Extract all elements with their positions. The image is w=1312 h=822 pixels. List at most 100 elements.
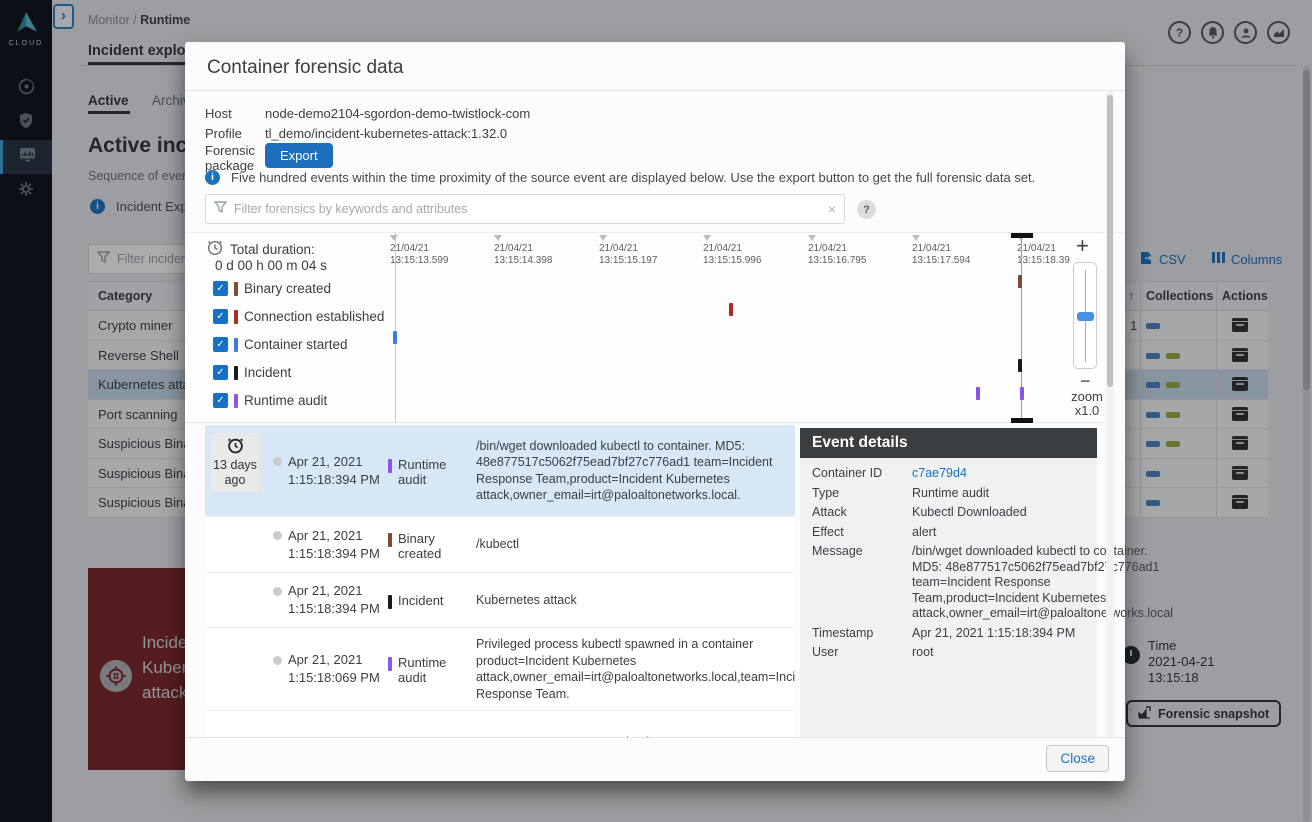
modal-footer: Close <box>185 737 1125 781</box>
event-date: Apr 21, 2021 <box>288 651 362 669</box>
total-duration-value: 0 d 00 h 00 m 04 s <box>215 258 327 273</box>
timeline-marker-runtime-audit[interactable] <box>976 387 980 400</box>
detail-value: Runtime audit <box>912 486 1087 502</box>
checkbox-binary-created[interactable]: ✓ <box>213 281 228 296</box>
container-forensic-modal: Container forensic data Host node-demo21… <box>185 42 1125 781</box>
forensics-filter-input[interactable] <box>234 202 821 216</box>
event-type: Binary created <box>388 529 476 561</box>
legend-label: Connection established <box>244 309 384 324</box>
host-value: node-demo2104-sgordon-demo-twistlock-com <box>265 106 530 121</box>
binary-created-swatch <box>234 282 238 296</box>
legend-label: Runtime audit <box>244 393 327 408</box>
event-message: Kubernetes attack <box>476 592 787 609</box>
zoom-slider[interactable] <box>1073 262 1097 369</box>
tick-date: 21/04/21 <box>808 243 866 255</box>
duration-clock-icon <box>207 240 223 259</box>
detail-value: alert <box>912 525 1087 541</box>
checkbox-runtime-audit[interactable]: ✓ <box>213 393 228 408</box>
zoom-level-label: zoom x1.0 <box>1067 390 1107 418</box>
modal-info-row: i Five hundred events within the time pr… <box>205 170 1085 185</box>
tick-marker-icon <box>390 235 398 241</box>
event-timestamp: Apr 21, 2021 1:15:18:394 PM <box>273 433 388 508</box>
legend-label: Incident <box>244 365 291 380</box>
connection-established-swatch <box>234 310 238 324</box>
tick-date: 21/04/21 <box>599 243 657 255</box>
event-timestamp: Apr 21, 2021 1:15:16:157 PM <box>273 719 388 737</box>
event-time: 1:15:18:069 PM <box>273 669 388 687</box>
forensic-package-label: Forensic package <box>205 143 263 173</box>
zoom-in-button[interactable]: + <box>1076 233 1089 259</box>
event-dot-icon <box>273 587 282 596</box>
zoom-slider-handle[interactable] <box>1077 312 1094 321</box>
event-date: Apr 21, 2021 <box>288 582 362 600</box>
binary-created-swatch <box>388 533 392 547</box>
event-dot-icon <box>273 656 282 665</box>
event-row[interactable]: Apr 21, 2021 1:15:18:069 PM Runtime audi… <box>205 628 795 711</box>
close-button[interactable]: Close <box>1046 745 1109 772</box>
tick-date: 21/04/21 <box>390 243 448 255</box>
event-message: Privileged process kubectl spawned in a … <box>476 636 795 702</box>
runtime-audit-swatch <box>234 394 238 408</box>
forensics-filter[interactable]: × <box>205 194 845 224</box>
tick-marker-icon <box>599 235 607 241</box>
event-date: Apr 21, 2021 <box>288 527 362 545</box>
modal-info-text: Five hundred events within the time prox… <box>231 170 1035 185</box>
zoom-word: zoom <box>1067 390 1107 404</box>
timeline-brush-handle-bottom[interactable] <box>1011 418 1033 423</box>
forensics-timeline: Total duration: 0 d 00 h 00 m 04 s ✓ Bin… <box>185 233 1103 423</box>
event-row[interactable]: Apr 21, 2021 1:15:18:394 PM Incident Kub… <box>205 573 795 628</box>
detail-value: Kubectl Downloaded <box>912 505 1087 521</box>
tick-marker-icon <box>703 235 711 241</box>
timeline-tick: 21/04/2113:15:13.599 <box>390 235 448 267</box>
event-time: 1:15:18:394 PM <box>273 600 388 618</box>
tick-time: 13:15:14.398 <box>494 255 552 267</box>
forensic-events-list: 13 days ago Apr 21, 2021 1:15:18:394 PM … <box>205 425 795 737</box>
clear-filter-icon[interactable]: × <box>828 201 836 217</box>
tick-time: 13:15:15.996 <box>703 255 761 267</box>
modal-scrollbar[interactable] <box>1106 91 1114 737</box>
event-row[interactable]: Apr 21, 2021 1:15:18:394 PM Binary creat… <box>205 517 795 573</box>
legend-container-started: ✓ Container started <box>213 337 348 352</box>
timeline-marker-incident[interactable] <box>1018 359 1022 372</box>
filter-help-icon[interactable]: ? <box>857 200 876 219</box>
checkbox-container-started[interactable]: ✓ <box>213 337 228 352</box>
host-label: Host <box>205 106 263 121</box>
modal-title: Container forensic data <box>207 57 403 79</box>
event-details-title: Event details <box>800 428 1097 458</box>
total-duration-label: Total duration: <box>230 242 315 257</box>
tick-marker-icon <box>912 235 920 241</box>
checkbox-incident[interactable]: ✓ <box>213 365 228 380</box>
tick-time: 13:15:13.599 <box>390 255 448 267</box>
legend-binary-created: ✓ Binary created <box>213 281 331 296</box>
tick-date: 21/04/21 <box>1017 243 1070 255</box>
checkbox-connection-established[interactable]: ✓ <box>213 309 228 324</box>
event-timestamp: Apr 21, 2021 1:15:18:394 PM <box>273 581 388 619</box>
time-ago-text: 13 days ago <box>213 458 257 488</box>
container-id-link[interactable]: c7ae79d4 <box>912 466 1087 482</box>
event-message: /bin/wget downloaded kubectl to containe… <box>476 438 787 504</box>
timeline-marker-runtime-audit[interactable] <box>1020 387 1024 400</box>
tick-marker-icon <box>494 235 502 241</box>
event-time: 1:15:18:394 PM <box>273 471 388 489</box>
detail-row: TypeRuntime audit <box>812 486 1087 502</box>
event-row-selected[interactable]: 13 days ago Apr 21, 2021 1:15:18:394 PM … <box>205 425 795 517</box>
detail-label: Attack <box>812 505 912 521</box>
timeline-marker-binary-created[interactable] <box>1018 275 1022 288</box>
event-type-label: Runtime audit <box>398 655 476 685</box>
timeline-tick: 21/04/2113:15:16.795 <box>808 235 866 267</box>
info-icon: i <box>205 170 220 185</box>
tick-date: 21/04/21 <box>912 243 970 255</box>
legend-label: Binary created <box>244 281 331 296</box>
timeline-brush-handle-top[interactable] <box>1011 233 1033 238</box>
export-button[interactable]: Export <box>265 143 333 168</box>
timeline-marker-container-started[interactable] <box>393 331 397 344</box>
event-timestamp: Apr 21, 2021 1:15:18:394 PM <box>273 525 388 564</box>
modal-scrollbar-thumb[interactable] <box>1107 95 1113 387</box>
tick-time: 13:15:16.795 <box>808 255 866 267</box>
detail-row: Userroot <box>812 645 1087 661</box>
detail-label: Timestamp <box>812 626 912 642</box>
tick-time: 13:15:15.197 <box>599 255 657 267</box>
timeline-marker-connection-established[interactable] <box>729 303 733 316</box>
legend-connection-established: ✓ Connection established <box>213 309 384 324</box>
event-row[interactable]: Apr 21, 2021 1:15:16:157 PM Connection e… <box>205 711 795 737</box>
